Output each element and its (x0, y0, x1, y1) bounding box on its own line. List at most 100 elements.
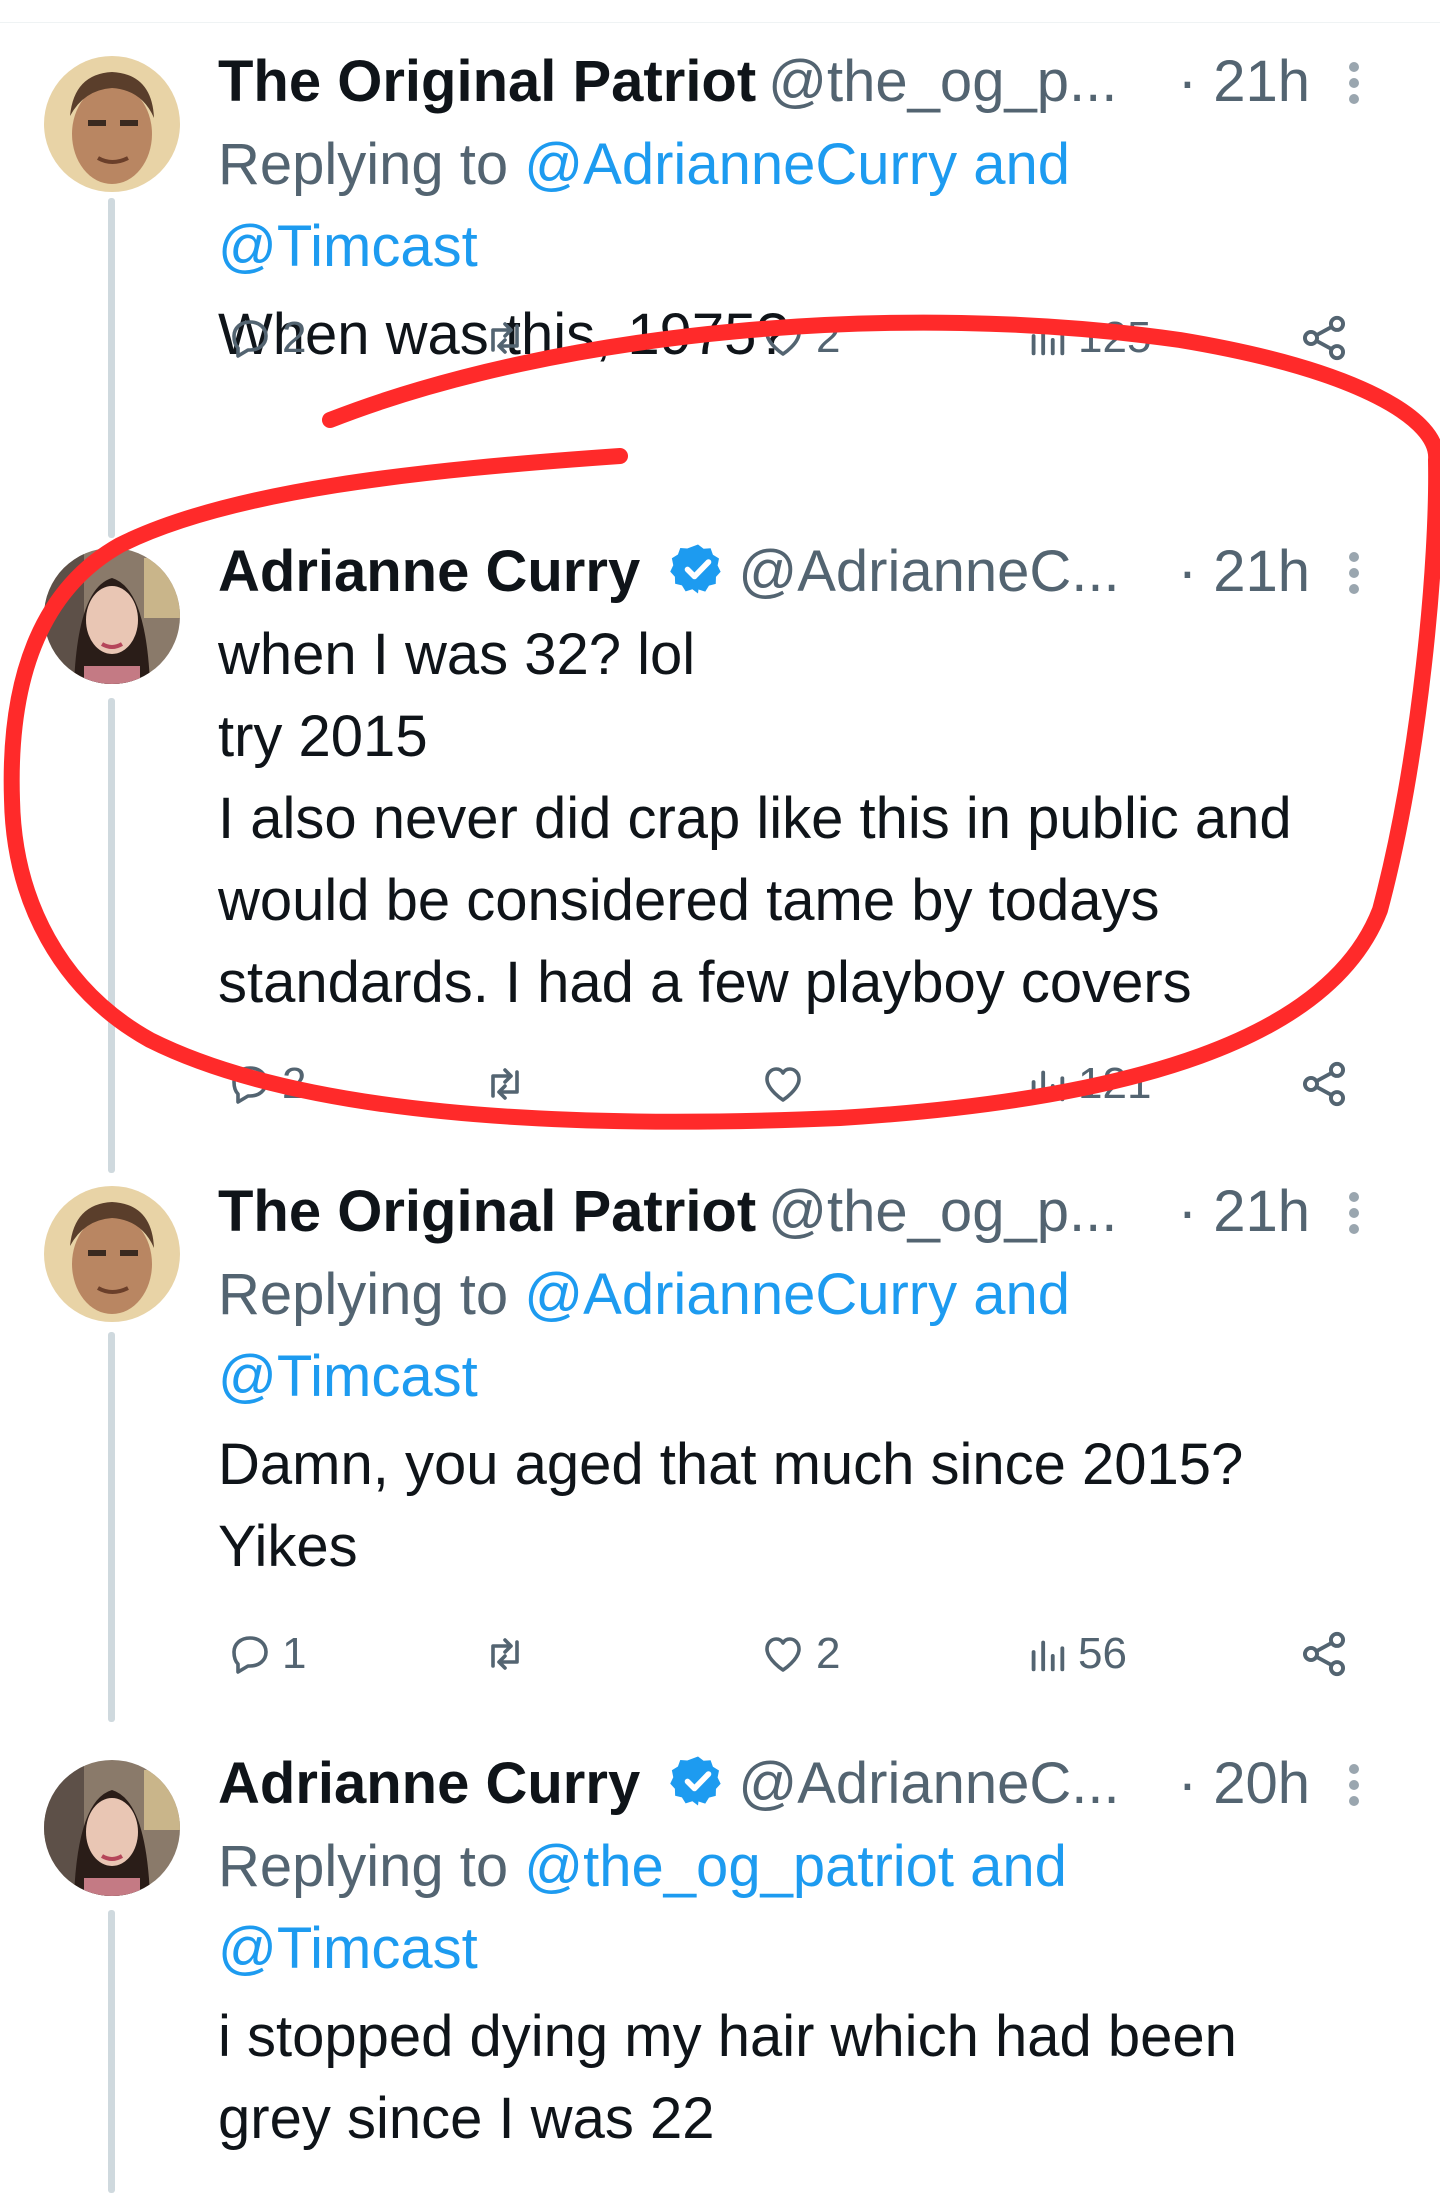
tweet-text-line: standards. I had a few playboy covers (218, 950, 1192, 1015)
tweet-text: Damn, you aged that much since 2015? Yik… (218, 1424, 1400, 1588)
retweet-button[interactable] (480, 306, 530, 370)
replying-to: Replying to @AdrianneCurry and @Timcast (218, 124, 1400, 288)
like-button[interactable] (758, 1052, 808, 1116)
reply-icon (232, 1066, 268, 1104)
reply-mention-link[interactable]: @AdrianneCurry and (524, 132, 1070, 197)
share-icon (1302, 1631, 1346, 1677)
heart-icon (765, 321, 801, 356)
tweet-body: Adrianne Curry @AdrianneC... · 21h when … (218, 530, 1400, 1024)
views-button[interactable]: 56 (1024, 1622, 1127, 1686)
reply-button[interactable]: 2 (226, 306, 306, 370)
verified-badge-icon (670, 544, 721, 594)
tweet-text: i stopped dying my hair which had been g… (218, 1996, 1400, 2160)
more-options-icon[interactable] (1348, 1764, 1360, 1812)
avatar[interactable] (44, 56, 180, 192)
tweet-text-line: I also never did crap like this in publi… (218, 786, 1292, 851)
timestamp[interactable]: · 21h (1178, 40, 1310, 124)
avatar[interactable] (44, 548, 180, 684)
share-icon (1302, 1061, 1346, 1107)
reply-button[interactable]: 2 (226, 1052, 306, 1116)
replying-to-label: Replying to (218, 1834, 525, 1899)
like-count: 2 (816, 1629, 841, 1678)
retweet-icon (491, 322, 519, 354)
replying-to: Replying to @AdrianneCurry and @Timcast (218, 1254, 1400, 1418)
tweet-text-line: grey since I was 22 (218, 2086, 715, 2151)
tweet-text-line: when I was 32? lol (218, 622, 696, 687)
thread-line (108, 698, 115, 1173)
more-options-icon[interactable] (1348, 1192, 1360, 1240)
tweet-header: Adrianne Curry @AdrianneC... · 21h (218, 530, 1400, 614)
views-count: 56 (1078, 1629, 1127, 1678)
replying-to: Replying to @the_og_patriot and @Timcast (218, 1826, 1400, 1990)
thread-line (108, 1332, 115, 1722)
reply-icon (232, 1636, 268, 1674)
top-divider (0, 0, 1440, 23)
display-name[interactable]: The Original Patriot (218, 49, 756, 114)
tweet-header: Adrianne Curry @AdrianneC... · 20h (218, 1742, 1400, 1826)
heart-icon (765, 1067, 801, 1102)
reply-count: 1 (282, 1629, 307, 1678)
reply-icon (232, 320, 268, 358)
views-count: 121 (1078, 1059, 1152, 1108)
retweet-button[interactable] (480, 1052, 530, 1116)
avatar[interactable] (44, 1186, 180, 1322)
user-handle[interactable]: @the_og_p... (768, 1179, 1117, 1244)
conversation-thread: The Original Patriot @the_og_p... · 21h R… (0, 0, 1440, 2193)
tweet-text-line: Yikes (218, 1514, 358, 1579)
share-button[interactable] (1298, 306, 1350, 370)
like-button[interactable]: 2 (758, 306, 840, 370)
verified-badge-icon (670, 1756, 721, 1806)
views-button[interactable]: 125 (1024, 306, 1151, 370)
views-chart-icon (1031, 1640, 1065, 1672)
tweet-actions: 2 2 125 (218, 306, 1380, 370)
like-button[interactable]: 2 (758, 1622, 840, 1686)
retweet-icon (491, 1068, 519, 1100)
tweet-text-line: Damn, you aged that much since 2015? (218, 1432, 1244, 1497)
thread-line (108, 198, 115, 538)
reply-count: 2 (282, 1059, 307, 1108)
views-count: 125 (1078, 313, 1152, 362)
reply-mention-link[interactable]: @AdrianneCurry and (524, 1262, 1070, 1327)
retweet-icon (491, 1638, 519, 1670)
reply-mention-link[interactable]: @Timcast (218, 1916, 478, 1981)
views-chart-icon (1031, 324, 1065, 356)
tweet-header: The Original Patriot @the_og_p... · 21h (218, 1170, 1400, 1254)
thread-line (108, 1910, 115, 2193)
tweet-actions: 2 121 (218, 1052, 1380, 1116)
views-chart-icon (1031, 1070, 1065, 1102)
tweet-text-line: try 2015 (218, 704, 428, 769)
timestamp[interactable]: · 20h (1178, 1742, 1310, 1826)
tweet-header: The Original Patriot @the_og_p... · 21h (218, 40, 1400, 124)
share-button[interactable] (1298, 1052, 1350, 1116)
share-button[interactable] (1298, 1622, 1350, 1686)
user-handle[interactable]: @AdrianneC... (738, 1751, 1119, 1816)
tweet-body: Adrianne Curry @AdrianneC... · 20h Reply… (218, 1742, 1400, 2160)
avatar[interactable] (44, 1760, 180, 1896)
reply-count: 2 (282, 313, 307, 362)
tweet-text-line: would be considered tame by todays (218, 868, 1160, 933)
user-handle[interactable]: @the_og_p... (768, 49, 1117, 114)
reply-mention-link[interactable]: @Timcast (218, 214, 478, 279)
tweet-actions: 1 2 56 (218, 1622, 1380, 1686)
more-options-icon[interactable] (1348, 62, 1360, 110)
replying-to-label: Replying to (218, 132, 525, 197)
replying-to-label: Replying to (218, 1262, 525, 1327)
more-options-icon[interactable] (1348, 552, 1360, 600)
reply-mention-link[interactable]: @Timcast (218, 1344, 478, 1409)
display-name[interactable]: The Original Patriot (218, 1179, 756, 1244)
tweet-body: The Original Patriot @the_og_p... · 21h R… (218, 1170, 1400, 1588)
display-name[interactable]: Adrianne Curry (218, 1751, 640, 1816)
reply-button[interactable]: 1 (226, 1622, 306, 1686)
timestamp[interactable]: · 21h (1178, 1170, 1310, 1254)
like-count: 2 (816, 313, 841, 362)
views-button[interactable]: 121 (1024, 1052, 1151, 1116)
user-handle[interactable]: @AdrianneC... (738, 539, 1119, 604)
tweet-text: when I was 32? lol try 2015 I also never… (218, 614, 1400, 1024)
share-icon (1302, 315, 1346, 361)
tweet-text-line: i stopped dying my hair which had been (218, 2004, 1237, 2069)
heart-icon (765, 1637, 801, 1672)
reply-mention-link[interactable]: @the_og_patriot and (524, 1834, 1067, 1899)
timestamp[interactable]: · 21h (1178, 530, 1310, 614)
retweet-button[interactable] (480, 1622, 530, 1686)
display-name[interactable]: Adrianne Curry (218, 539, 640, 604)
